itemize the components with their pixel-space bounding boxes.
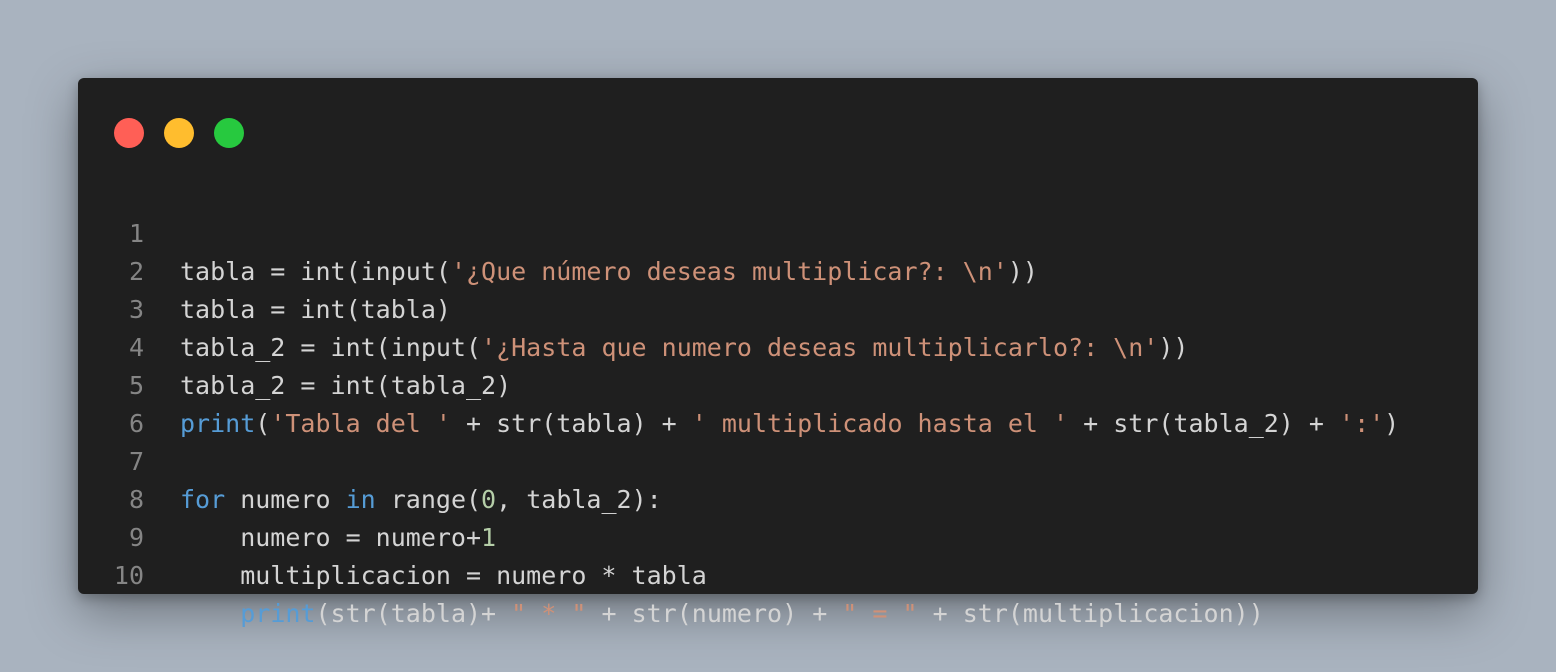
code-line: 5 print('Tabla del ' + str(tabla) + ' mu… <box>78 329 1478 438</box>
code-token-keyword: print <box>240 599 316 628</box>
code-line: 2 tabla = int(tabla) <box>78 215 1478 324</box>
code-line: 7 for numero in range(0, tabla_2): <box>78 405 1478 514</box>
code-token-string: " * " <box>511 599 587 628</box>
line-number: 10 <box>113 561 144 590</box>
line-code: print(str(tabla)+ " * " + str(numero) + … <box>180 595 1264 633</box>
line-code: multiplicacion = numero * tabla <box>180 557 707 595</box>
code-line: 3 tabla_2 = int(input('¿Hasta que numero… <box>78 253 1478 362</box>
code-line: 6 <box>78 367 1478 438</box>
code-block: 1 tabla = int(input('¿Que número deseas … <box>78 177 1478 628</box>
code-window: 1 tabla = int(input('¿Que número deseas … <box>78 78 1478 628</box>
code-line: 1 tabla = int(input('¿Que número deseas … <box>78 177 1478 286</box>
code-line: 8 numero = numero+1 <box>78 443 1478 552</box>
code-line: 9 multiplicacion = numero * tabla <box>78 481 1478 590</box>
code-token-plain: + str(multiplicacion)) <box>917 599 1264 628</box>
code-token-plain: + str(numero) + <box>586 599 843 628</box>
code-line: 4 tabla_2 = int(tabla_2) <box>78 291 1478 400</box>
code-token-plain: (str(tabla)+ <box>315 599 512 628</box>
close-button[interactable] <box>114 118 144 148</box>
code-token-string: " = " <box>842 599 918 628</box>
maximize-button[interactable] <box>214 118 244 148</box>
code-line: 10 print(str(tabla)+ " * " + str(numero)… <box>78 519 1478 628</box>
minimize-button[interactable] <box>164 118 194 148</box>
code-token-plain: multiplicacion = numero * tabla <box>180 561 707 590</box>
